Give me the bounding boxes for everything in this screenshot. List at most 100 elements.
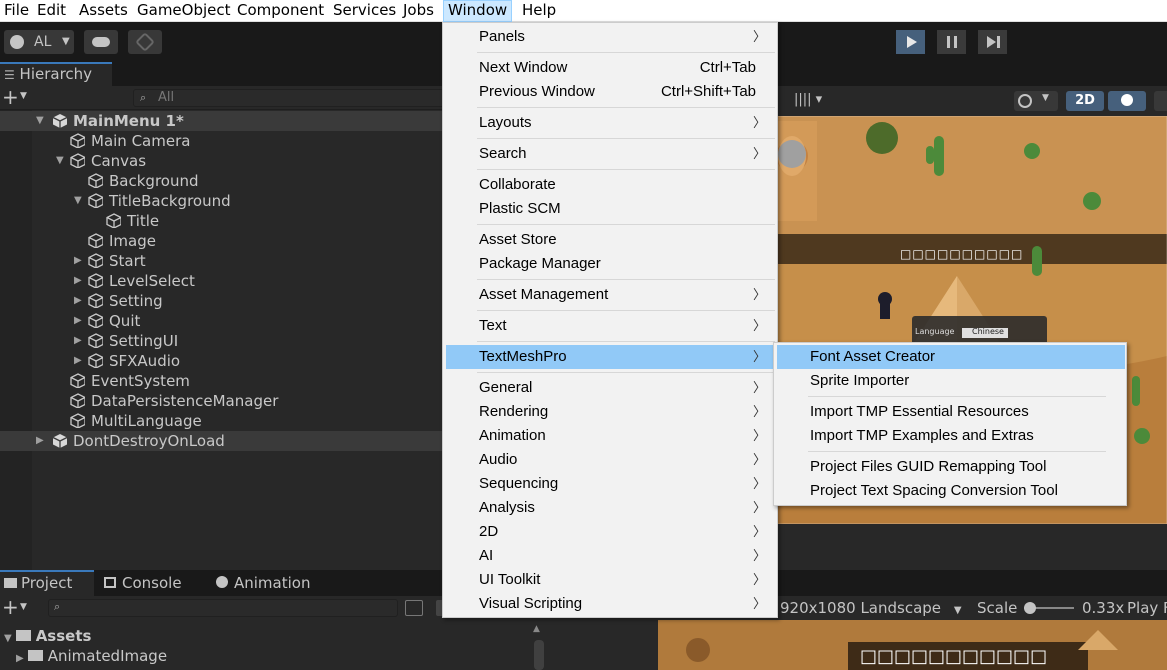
chevron-right-icon[interactable]: ▶ <box>74 351 82 371</box>
window-menu-item-search[interactable]: Search 〉 <box>446 142 776 166</box>
hierarchy-row[interactable]: ▼ Canvas <box>0 151 442 171</box>
gizmo-dropdown[interactable]: ▼ <box>1014 91 1058 111</box>
tab-hierarchy[interactable]: ☰ Hierarchy <box>0 62 112 86</box>
chevron-right-icon[interactable]: ▶ <box>74 331 82 351</box>
more-button[interactable] <box>1154 91 1167 111</box>
tmp-menu-item-font-asset-creator[interactable]: Font Asset Creator <box>777 345 1125 369</box>
menu-jobs[interactable]: Jobs <box>399 0 438 22</box>
tab-animation[interactable]: Animation <box>216 570 336 596</box>
window-menu-item-plastic-scm[interactable]: Plastic SCM <box>446 197 776 221</box>
assets-root-row[interactable]: ▼ Assets <box>0 626 91 646</box>
search-by-type-icon[interactable] <box>405 600 423 616</box>
chevron-down-icon[interactable]: ▼ <box>20 91 27 101</box>
window-menu-item-ui-toolkit[interactable]: UI Toolkit 〉 <box>446 568 776 592</box>
add-icon[interactable]: + <box>2 86 19 108</box>
window-menu-item-text[interactable]: Text 〉 <box>446 314 776 338</box>
menu-edit[interactable]: Edit <box>33 0 70 22</box>
hierarchy-row[interactable]: ▼ TitleBackground <box>0 191 442 211</box>
window-menu-item-ai[interactable]: AI 〉 <box>446 544 776 568</box>
hierarchy-row[interactable]: DataPersistenceManager <box>0 391 442 411</box>
chevron-right-icon[interactable]: ▶ <box>74 251 82 271</box>
window-menu-item-collaborate[interactable]: Collaborate <box>446 173 776 197</box>
window-menu-item-asset-store[interactable]: Asset Store <box>446 228 776 252</box>
hierarchy-scene-row[interactable]: ▶ DontDestroyOnLoad <box>0 431 442 451</box>
play-focused-dropdown[interactable]: Play F <box>1127 598 1167 618</box>
menu-help[interactable]: Help <box>518 0 560 22</box>
chevron-down-icon[interactable]: ▼ <box>74 191 82 211</box>
menu-file[interactable]: File <box>0 0 33 22</box>
window-menu-item-previous-window[interactable]: Previous Window Ctrl+Shift+Tab <box>446 80 776 104</box>
tmp-menu-item-sprite-importer[interactable]: Sprite Importer <box>777 369 1125 393</box>
hierarchy-row[interactable]: MultiLanguage <box>0 411 442 431</box>
tmp-menu-item-project-text-spacing-conversion-tool[interactable]: Project Text Spacing Conversion Tool <box>777 479 1125 503</box>
window-menu-item-2d[interactable]: 2D 〉 <box>446 520 776 544</box>
hierarchy-row[interactable]: ▶ SFXAudio <box>0 351 442 371</box>
window-menu-item-package-manager[interactable]: Package Manager <box>446 252 776 276</box>
play-button[interactable] <box>896 30 926 54</box>
chevron-right-icon[interactable]: ▶ <box>74 311 82 331</box>
window-menu-item-visual-scripting[interactable]: Visual Scripting 〉 <box>446 592 776 616</box>
audio-toggle-icon[interactable]: |||| ▾ <box>794 92 822 107</box>
window-menu-item-asset-management[interactable]: Asset Management 〉 <box>446 283 776 307</box>
resolution-label: 920x1080 Landscape <box>780 599 942 617</box>
window-menu-item-label: Text <box>479 317 507 334</box>
menu-assets[interactable]: Assets <box>75 0 132 22</box>
menu-services[interactable]: Services <box>329 0 400 22</box>
chevron-down-icon[interactable]: ▼ <box>36 111 44 131</box>
scrollbar-up-icon[interactable]: ▲ <box>533 624 540 634</box>
window-menu-item-animation[interactable]: Animation 〉 <box>446 424 776 448</box>
chevron-right-icon[interactable]: ▶ <box>74 271 82 291</box>
hierarchy-row[interactable]: ▶ SettingUI <box>0 331 442 351</box>
pause-button[interactable] <box>937 30 967 54</box>
mode-2d-button[interactable]: 2D <box>1066 91 1104 111</box>
hierarchy-row[interactable]: Background <box>0 171 442 191</box>
window-menu-item-panels[interactable]: Panels 〉 <box>446 25 776 49</box>
menu-window[interactable]: Window <box>443 0 513 22</box>
menu-component[interactable]: Component <box>233 0 328 22</box>
add-icon[interactable]: + <box>2 596 19 618</box>
window-menu-item-general[interactable]: General 〉 <box>446 376 776 400</box>
step-button[interactable] <box>978 30 1008 54</box>
resolution-dropdown[interactable]: 920x1080 Landscape ▼ <box>780 598 962 621</box>
window-menu-item-layouts[interactable]: Layouts 〉 <box>446 111 776 135</box>
hierarchy-row[interactable]: ▶ Setting <box>0 291 442 311</box>
chevron-down-icon[interactable]: ▼ <box>56 151 64 171</box>
chevron-right-icon: 〉 <box>752 500 766 515</box>
game-view[interactable]: □□□□□□□□□□□ <box>658 620 1167 670</box>
lighting-button[interactable] <box>1108 91 1146 111</box>
hierarchy-row[interactable]: Image <box>0 231 442 251</box>
tmp-menu-item-project-files-guid-remapping-tool[interactable]: Project Files GUID Remapping Tool <box>777 455 1125 479</box>
tmp-menu-item-label: Font Asset Creator <box>810 348 936 365</box>
chevron-right-icon[interactable]: ▶ <box>36 431 44 451</box>
window-menu-item-textmeshpro[interactable]: TextMeshPro 〉 <box>446 345 776 369</box>
window-menu-item-next-window[interactable]: Next Window Ctrl+Tab <box>446 56 776 80</box>
window-menu-item-audio[interactable]: Audio 〉 <box>446 448 776 472</box>
chevron-down-icon[interactable]: ▼ <box>20 602 27 612</box>
hierarchy-row[interactable]: ▶ LevelSelect <box>0 271 442 291</box>
chevron-right-icon: 〉 <box>752 476 766 491</box>
assets-child-row[interactable]: ▶ AnimatedImage <box>16 646 167 666</box>
hierarchy-row[interactable]: ▶ Quit <box>0 311 442 331</box>
hierarchy-row[interactable]: EventSystem <box>0 371 442 391</box>
hierarchy-row[interactable]: ▶ Start <box>0 251 442 271</box>
hierarchy-row[interactable]: Main Camera <box>0 131 442 151</box>
hierarchy-scene-row[interactable]: ▼ MainMenu 1* <box>0 111 442 131</box>
cloud-button[interactable] <box>84 30 118 54</box>
scale-slider-handle[interactable] <box>1024 602 1036 614</box>
scrollbar-track[interactable] <box>534 640 544 670</box>
menu-gameobject[interactable]: GameObject <box>133 0 235 22</box>
account-dropdown[interactable]: AL ▼ <box>4 30 74 54</box>
tab-project[interactable]: Project <box>0 570 94 596</box>
tab-console[interactable]: Console <box>104 570 204 596</box>
hierarchy-search-input[interactable]: ⌕ All <box>133 89 445 107</box>
window-menu-item-sequencing[interactable]: Sequencing 〉 <box>446 472 776 496</box>
gameobject-cube-icon <box>70 133 85 148</box>
tmp-menu-item-import-tmp-essential-resources[interactable]: Import TMP Essential Resources <box>777 400 1125 424</box>
project-search-input[interactable]: ⌕ <box>48 599 398 617</box>
window-menu-item-analysis[interactable]: Analysis 〉 <box>446 496 776 520</box>
hierarchy-row[interactable]: Title <box>0 211 442 231</box>
collab-button[interactable] <box>128 30 162 54</box>
window-menu-item-rendering[interactable]: Rendering 〉 <box>446 400 776 424</box>
chevron-right-icon[interactable]: ▶ <box>74 291 82 311</box>
tmp-menu-item-import-tmp-examples-and-extras[interactable]: Import TMP Examples and Extras <box>777 424 1125 448</box>
